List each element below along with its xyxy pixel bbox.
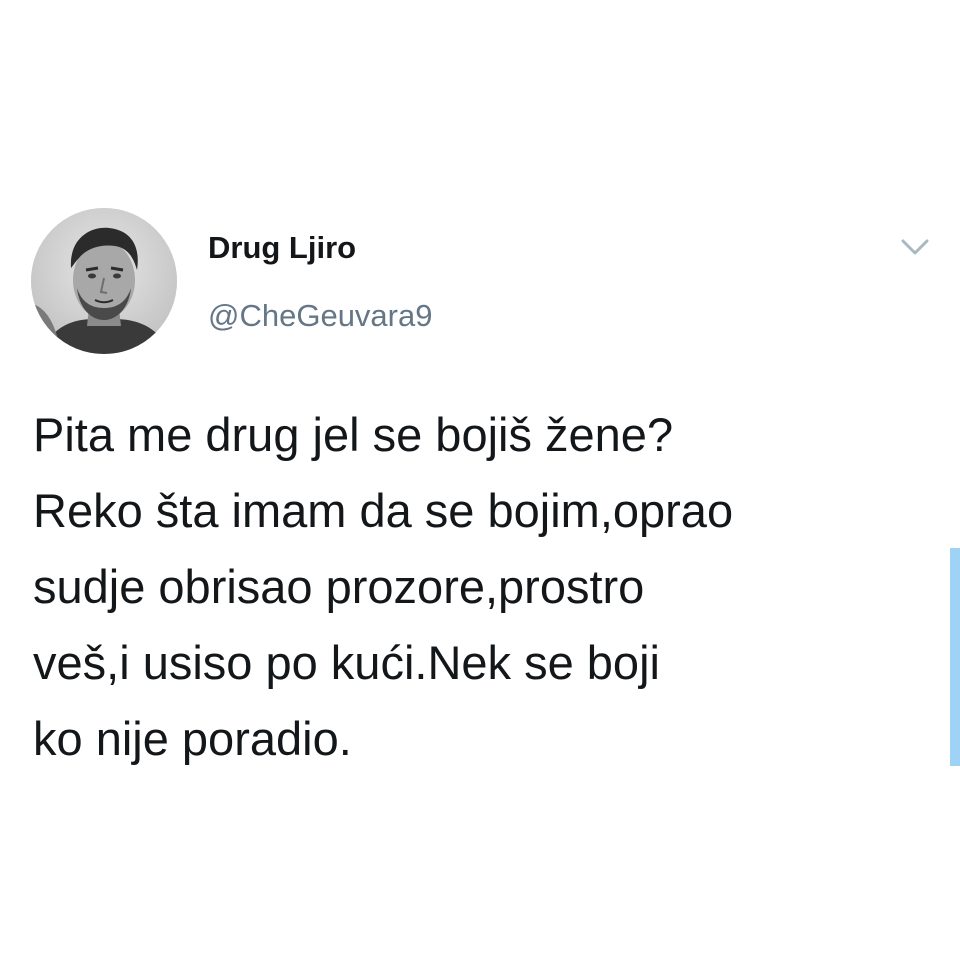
tweet-text: Pita me drug jel se bojiš žene? Reko šta… [33,408,734,765]
chevron-down-icon[interactable] [897,232,933,262]
scrollbar-thumb[interactable] [950,548,960,766]
avatar[interactable] [31,208,177,354]
tweet-card: Drug Ljiro @CheGeuvara9 Pita me drug jel… [0,0,960,960]
author-display-name[interactable]: Drug Ljiro [208,230,356,266]
avatar-photo [31,208,177,354]
author-handle[interactable]: @CheGeuvara9 [208,298,432,334]
